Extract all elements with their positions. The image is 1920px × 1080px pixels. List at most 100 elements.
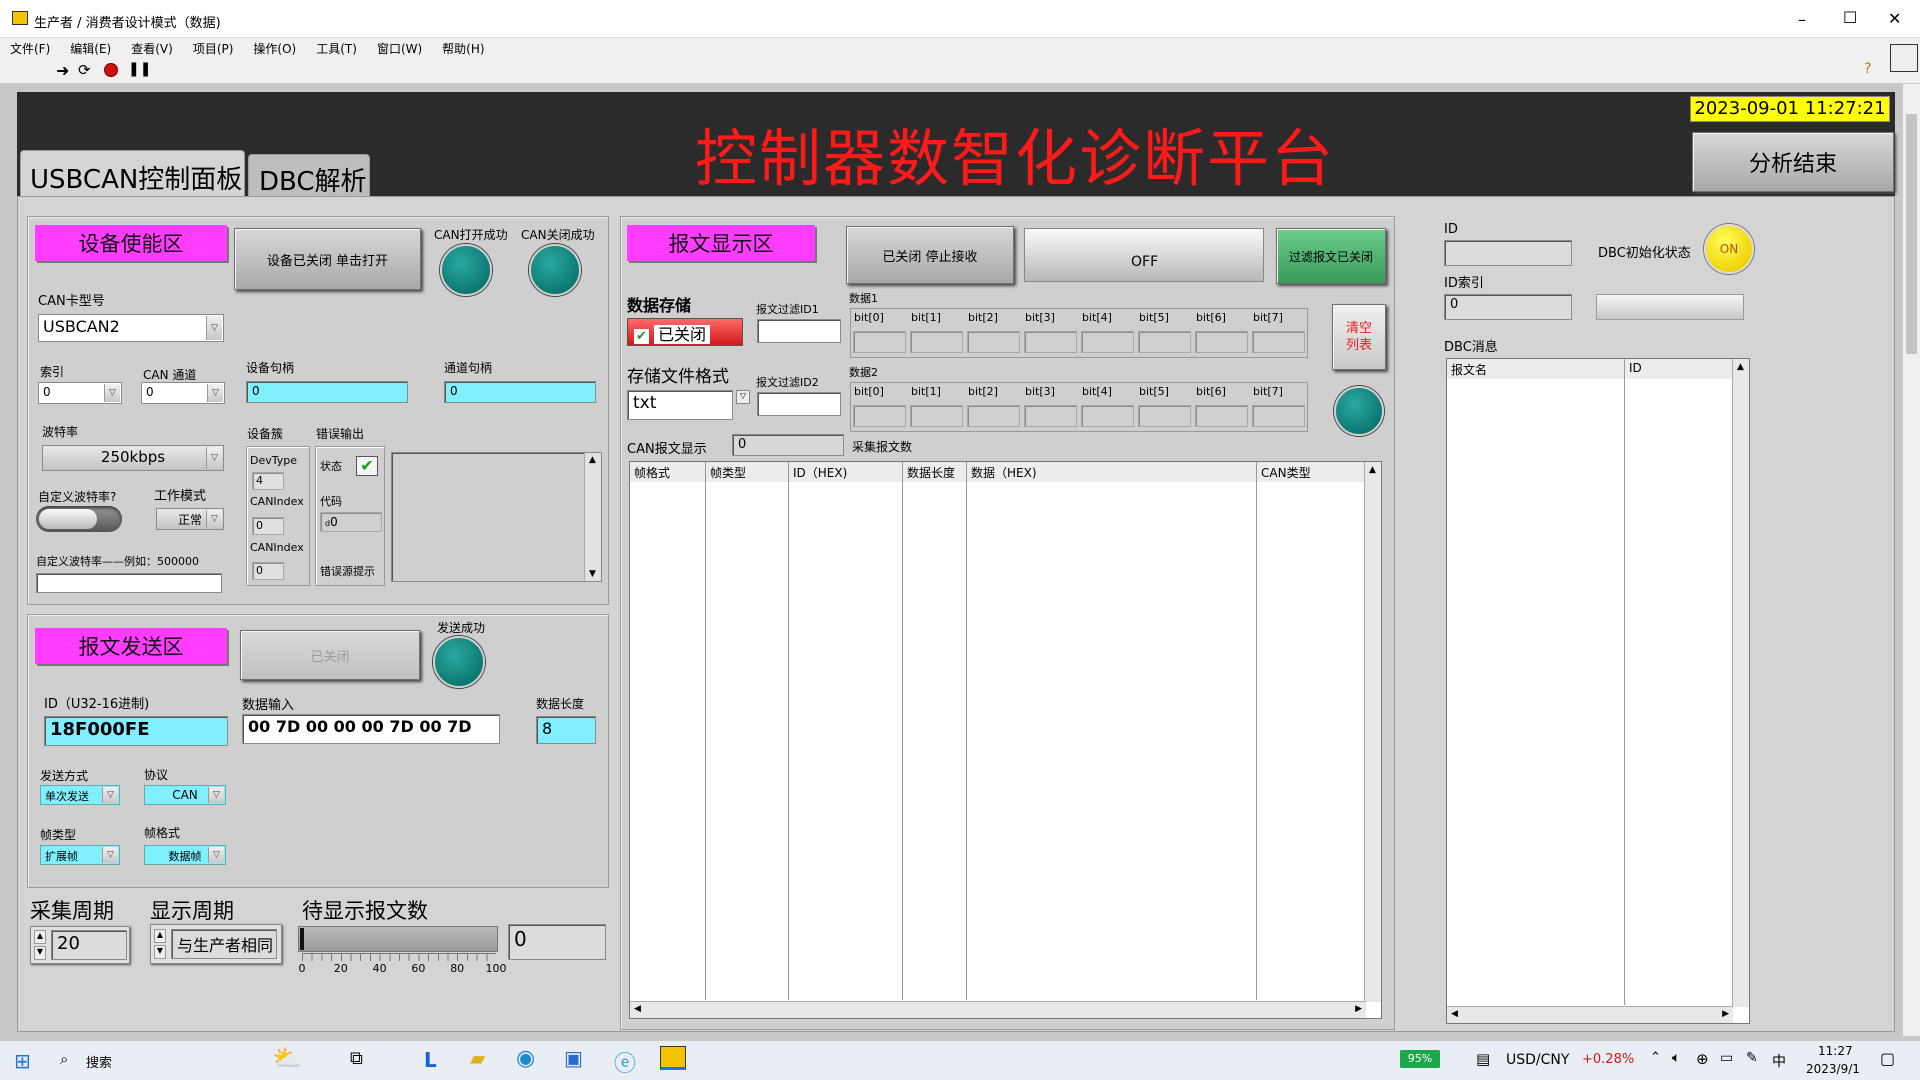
scroll-down-icon[interactable]: ▼: [589, 569, 596, 579]
tray-chevron-icon[interactable]: ⌃: [1650, 1050, 1661, 1065]
end-analysis-button[interactable]: 分析结束: [1692, 132, 1894, 192]
weather-icon[interactable]: ⛅: [272, 1044, 302, 1072]
store-icon[interactable]: ▣: [564, 1046, 583, 1070]
pen-icon[interactable]: ✎: [1746, 1050, 1758, 1066]
custom-baud-input[interactable]: [36, 573, 222, 593]
pending-slider-track[interactable]: [298, 926, 498, 952]
message-col-header[interactable]: ID（HEX): [789, 462, 903, 482]
clear-list-button[interactable]: 清空 列表: [1332, 304, 1386, 370]
tray-time[interactable]: 11:27: [1818, 1044, 1853, 1058]
scroll-thumb[interactable]: [1906, 114, 1917, 354]
tab-dbc[interactable]: DBC解析: [248, 154, 370, 197]
dbc-table[interactable]: 报文名 ID ▲ ◀ ▶: [1446, 358, 1750, 1024]
currency-pair[interactable]: USD/CNY: [1506, 1052, 1569, 1068]
message-col-header[interactable]: CAN类型: [1257, 462, 1366, 482]
scroll-right-icon[interactable]: ▶: [1355, 1004, 1362, 1014]
menu-item[interactable]: 操作(O): [253, 40, 296, 57]
minimize-button[interactable]: –: [1798, 10, 1806, 29]
decrement-icon[interactable]: ▼: [154, 945, 166, 959]
battery-badge[interactable]: 95%: [1400, 1050, 1440, 1068]
message-col-header[interactable]: 数据（HEX): [967, 462, 1257, 482]
run-continuous-icon[interactable]: ⟳: [78, 61, 91, 79]
display-period-control[interactable]: ▲ ▼ 与生产者相同: [150, 924, 282, 964]
app-l-icon[interactable]: L: [424, 1048, 437, 1072]
send-id-field[interactable]: 18F000FE: [44, 716, 228, 746]
pause-icon[interactable]: ❚❚: [128, 61, 151, 77]
maximize-button[interactable]: ☐: [1843, 8, 1857, 27]
card-type-select[interactable]: USBCAN2 ▽: [38, 314, 224, 342]
menu-item[interactable]: 窗口(W): [377, 40, 422, 57]
baud-select[interactable]: 250kbps ▽: [42, 445, 224, 471]
filter-id2-input[interactable]: [757, 392, 841, 416]
frame-format-select[interactable]: 数据帧 ▽: [144, 845, 226, 865]
send-button[interactable]: 已关闭: [240, 630, 420, 680]
notification-icon[interactable]: ▢: [1880, 1049, 1895, 1068]
scroll-up-icon[interactable]: ▲: [1737, 362, 1744, 372]
dbc-table-hscroll[interactable]: ◀ ▶: [1447, 1006, 1733, 1023]
taskbar-search-label[interactable]: 搜索: [86, 1052, 112, 1071]
labview-taskbar-icon[interactable]: [660, 1046, 686, 1070]
sample-period-value[interactable]: 20: [51, 930, 127, 960]
index-select[interactable]: 0 ▽: [38, 382, 122, 404]
message-table-hscroll[interactable]: ◀ ▶: [630, 1001, 1366, 1018]
frame-type-select[interactable]: 扩展帧 ▽: [40, 845, 120, 865]
work-mode-value: 正常: [177, 513, 202, 527]
network-icon[interactable]: ▭: [1720, 1050, 1733, 1066]
run-arrow-icon[interactable]: ➜: [56, 61, 69, 80]
search-icon[interactable]: ⌕: [60, 1050, 68, 1068]
data-length-field[interactable]: 8: [536, 716, 596, 744]
scroll-left-icon[interactable]: ◀: [634, 1004, 641, 1014]
ie-icon[interactable]: ⓔ: [614, 1046, 636, 1078]
scroll-up-icon[interactable]: ▲: [589, 455, 596, 465]
volume-icon[interactable]: 🔈︎: [1672, 1050, 1680, 1066]
device-toggle-button[interactable]: 设备已关闭 单击打开: [234, 228, 421, 290]
folder-icon[interactable]: ▰: [470, 1046, 485, 1070]
message-table[interactable]: 帧格式 帧类型 ID（HEX) 数据长度 数据（HEX) CAN类型 ▲ ◀ ▶: [629, 461, 1382, 1019]
tab-usbcan[interactable]: USBCAN控制面板: [20, 150, 245, 196]
off-indicator[interactable]: OFF: [1024, 228, 1264, 282]
menu-item[interactable]: 项目(P): [193, 40, 234, 57]
task-view-icon[interactable]: ⧉: [350, 1048, 363, 1069]
help-icon[interactable]: ?: [1864, 61, 1871, 77]
scroll-left-icon[interactable]: ◀: [1451, 1009, 1458, 1019]
format-chevron-icon[interactable]: ▽: [736, 390, 750, 404]
custom-baud-toggle[interactable]: [36, 506, 122, 532]
pending-slider-thumb[interactable]: [300, 928, 304, 950]
error-source-scrollbar[interactable]: ▲ ▼: [584, 453, 601, 581]
message-table-vscroll[interactable]: ▲: [1364, 462, 1381, 1002]
data-input-field[interactable]: 00 7D 00 00 00 7D 00 7D: [242, 714, 500, 744]
increment-icon[interactable]: ▲: [34, 930, 46, 944]
work-mode-select[interactable]: 正常 ▽: [156, 508, 224, 530]
scroll-up-icon[interactable]: ▲: [1369, 465, 1376, 475]
scroll-right-icon[interactable]: ▶: [1722, 1009, 1729, 1019]
dbc-table-vscroll[interactable]: ▲: [1732, 359, 1749, 1007]
channel-select[interactable]: 0 ▽: [141, 382, 225, 404]
message-col-header[interactable]: 帧类型: [706, 462, 789, 482]
filter-toggle-button[interactable]: 过滤报文已关闭: [1276, 228, 1386, 284]
message-col-header[interactable]: 数据长度: [903, 462, 967, 482]
menu-item[interactable]: 工具(T): [316, 40, 357, 57]
stop-receive-button[interactable]: 已关闭 停止接收: [846, 226, 1014, 284]
decrement-icon[interactable]: ▼: [34, 946, 46, 960]
storage-toggle[interactable]: ✔ 已关闭: [627, 318, 743, 346]
ime-indicator[interactable]: 中: [1772, 1051, 1786, 1071]
message-col-header[interactable]: 帧格式: [630, 462, 706, 482]
menu-item[interactable]: 编辑(E): [70, 40, 111, 57]
window-vscroll[interactable]: [1903, 84, 1920, 1036]
close-button[interactable]: ✕: [1888, 9, 1901, 28]
increment-icon[interactable]: ▲: [154, 929, 166, 943]
globe-icon[interactable]: ⊕: [1696, 1050, 1709, 1068]
edge-icon[interactable]: ◉: [516, 1046, 535, 1071]
windows-start-icon[interactable]: ⊞: [14, 1049, 31, 1073]
file-format-select[interactable]: txt: [627, 390, 733, 420]
protocol-select[interactable]: CAN ▽: [144, 785, 226, 805]
abort-icon[interactable]: [104, 63, 118, 77]
menu-item[interactable]: 文件(F): [10, 40, 50, 57]
send-mode-select[interactable]: 单次发送 ▽: [40, 785, 120, 805]
menu-item[interactable]: 查看(V): [131, 40, 173, 57]
menu-item[interactable]: 帮助(H): [442, 40, 484, 57]
filter-id1-input[interactable]: [757, 319, 841, 343]
display-period-value[interactable]: 与生产者相同: [171, 929, 277, 959]
sample-period-control[interactable]: ▲ ▼ 20: [30, 926, 130, 964]
tray-date[interactable]: 2023/9/1: [1806, 1062, 1860, 1076]
